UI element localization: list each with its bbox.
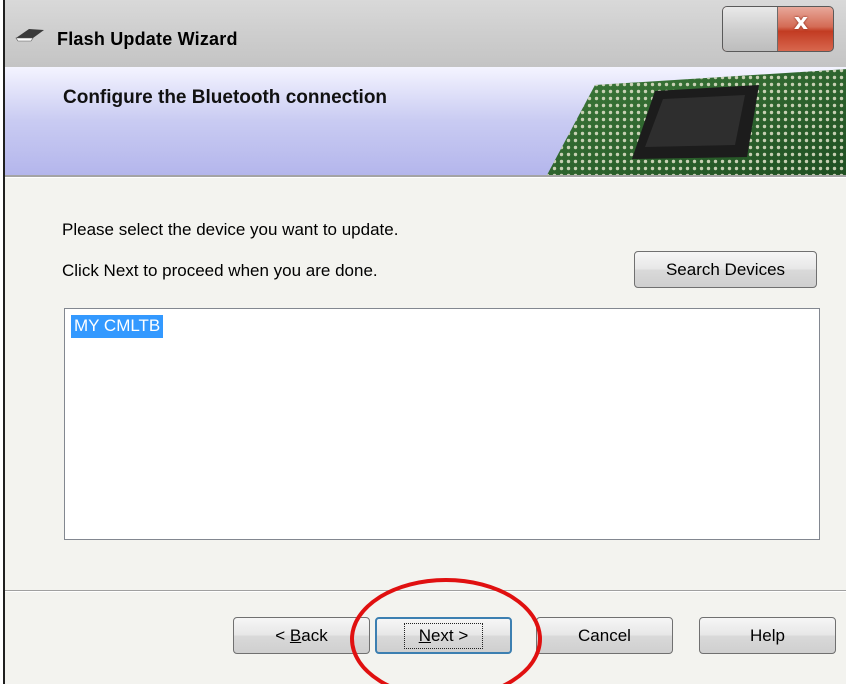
back-button-label: < Back — [275, 625, 328, 645]
wizard-app-icon — [15, 29, 44, 42]
help-button[interactable]: Help — [699, 617, 836, 654]
search-devices-button[interactable]: Search Devices — [634, 251, 817, 288]
window-title: Flash Update Wizard — [57, 29, 238, 49]
page-title: Configure the Bluetooth connection — [63, 87, 388, 108]
back-button[interactable]: < Back — [233, 617, 370, 654]
next-button-label: Next > — [403, 622, 484, 649]
wizard-header-banner: Configure the Bluetooth connection — [5, 67, 846, 175]
close-button[interactable]: x — [722, 6, 834, 52]
list-item[interactable]: MY CMLTB — [69, 314, 165, 339]
chip-illustration — [547, 69, 846, 175]
flash-update-wizard-window: Flash Update Wizard x Configure the Blue… — [3, 0, 846, 684]
instruction-click-next: Click Next to proceed when you are done. — [62, 261, 378, 280]
device-list[interactable]: MY CMLTB — [64, 308, 820, 540]
next-button[interactable]: Next > — [375, 617, 512, 654]
header-divider — [5, 175, 846, 178]
cancel-button[interactable]: Cancel — [536, 617, 673, 654]
instruction-select-device: Please select the device you want to upd… — [62, 220, 399, 239]
footer-divider — [5, 590, 846, 592]
title-bar[interactable]: Flash Update Wizard x — [5, 0, 846, 67]
close-icon: x — [793, 9, 809, 35]
